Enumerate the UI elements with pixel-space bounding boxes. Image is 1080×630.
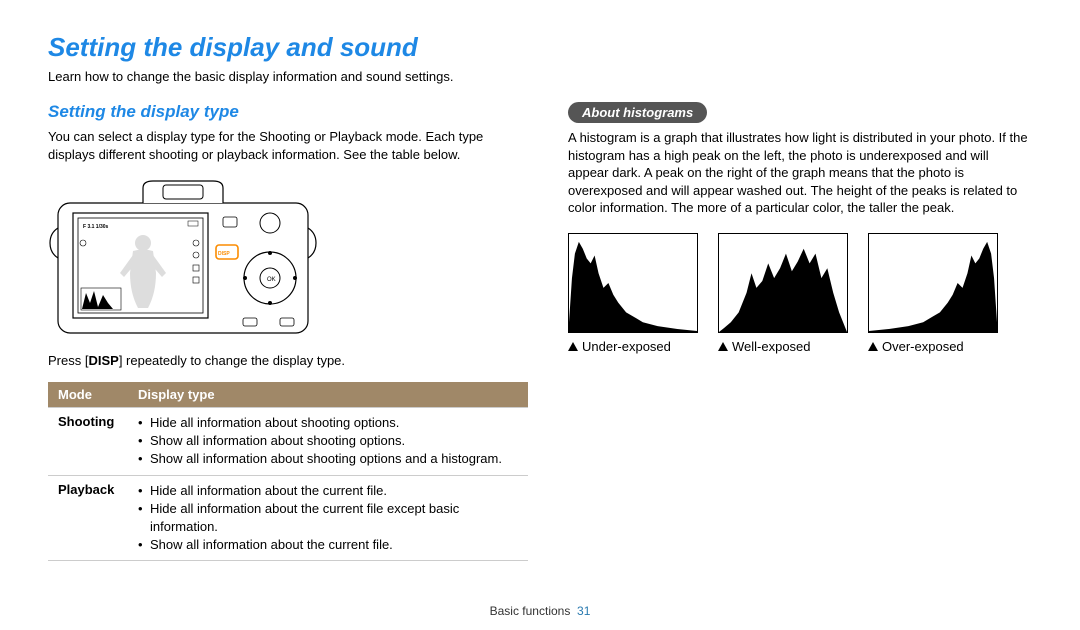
table-item: Show all information about the current f… bbox=[138, 536, 518, 554]
intro-text: You can select a display type for the Sh… bbox=[48, 128, 528, 163]
about-histograms-pill: About histograms bbox=[568, 102, 707, 123]
histogram-item: Over-exposed bbox=[868, 233, 998, 354]
instruction-pre: Press [ bbox=[48, 353, 88, 368]
table-item: Hide all information about shooting opti… bbox=[138, 414, 518, 432]
camera-illustration: F 3.1 1/30s OK bbox=[48, 173, 318, 343]
table-item: Hide all information about the current f… bbox=[138, 500, 518, 536]
table-mode-cell: Shooting bbox=[48, 408, 128, 476]
left-column: Setting the display type You can select … bbox=[48, 102, 528, 561]
disp-button-label: DISP bbox=[218, 251, 230, 257]
disp-key: DISP bbox=[88, 353, 118, 368]
svg-text:OK: OK bbox=[267, 277, 276, 283]
right-column: About histograms A histogram is a graph … bbox=[568, 102, 1032, 561]
histogram-caption: Under-exposed bbox=[568, 339, 698, 354]
histogram-body: A histogram is a graph that illustrates … bbox=[568, 129, 1032, 217]
footer-section: Basic functions bbox=[490, 604, 571, 618]
table-item: Show all information about shooting opti… bbox=[138, 450, 518, 468]
instruction-text: Press [DISP] repeatedly to change the di… bbox=[48, 353, 528, 368]
histogram-over-exposed bbox=[868, 233, 998, 333]
triangle-icon bbox=[568, 342, 578, 351]
table-mode-cell: Playback bbox=[48, 475, 128, 561]
display-type-table: Mode Display type Shooting Hide all info… bbox=[48, 382, 528, 561]
page-title: Setting the display and sound bbox=[48, 32, 1032, 63]
page-footer: Basic functions 31 bbox=[0, 604, 1080, 618]
page-subtitle: Learn how to change the basic display in… bbox=[48, 69, 1032, 84]
instruction-post: ] repeatedly to change the display type. bbox=[119, 353, 345, 368]
footer-page-number: 31 bbox=[577, 604, 590, 618]
table-type-cell: Hide all information about shooting opti… bbox=[128, 408, 528, 476]
table-item: Show all information about shooting opti… bbox=[138, 432, 518, 450]
table-type-cell: Hide all information about the current f… bbox=[128, 475, 528, 561]
lcd-status: F 3.1 1/30s bbox=[83, 224, 109, 230]
table-head-type: Display type bbox=[128, 382, 528, 408]
histogram-caption: Over-exposed bbox=[868, 339, 998, 354]
table-item: Hide all information about the current f… bbox=[138, 482, 518, 500]
histogram-well-exposed bbox=[718, 233, 848, 333]
triangle-icon bbox=[718, 342, 728, 351]
table-head-mode: Mode bbox=[48, 382, 128, 408]
histogram-item: Well-exposed bbox=[718, 233, 848, 354]
histogram-caption: Well-exposed bbox=[718, 339, 848, 354]
histogram-item: Under-exposed bbox=[568, 233, 698, 354]
section-title: Setting the display type bbox=[48, 102, 528, 122]
histogram-under-exposed bbox=[568, 233, 698, 333]
triangle-icon bbox=[868, 342, 878, 351]
